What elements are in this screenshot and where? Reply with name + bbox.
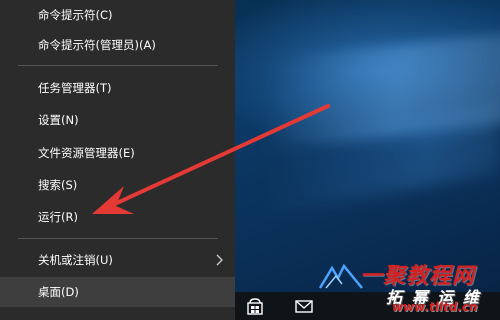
- menu-item-file-explorer[interactable]: 文件资源管理器(E): [0, 138, 235, 168]
- menu-item-shutdown-signout[interactable]: 关机或注销(U): [0, 245, 235, 275]
- watermark-url: www.tlltd.cn: [392, 300, 478, 314]
- menu-divider: [18, 65, 218, 66]
- menu-item-command-prompt-admin[interactable]: 命令提示符(管理员)(A): [0, 30, 235, 60]
- menu-item-run[interactable]: 运行(R): [0, 202, 235, 232]
- watermark-logo: [318, 263, 363, 289]
- menu-item-label: 关机或注销(U): [38, 253, 113, 267]
- menu-item-label: 搜索(S): [38, 178, 78, 192]
- menu-item-label: 任务管理器(T): [38, 81, 112, 95]
- menu-item-command-prompt[interactable]: 命令提示符(C): [0, 0, 235, 30]
- menu-item-desktop[interactable]: 桌面(D): [0, 277, 235, 307]
- menu-item-label: 桌面(D): [38, 285, 79, 299]
- mail-icon[interactable]: [294, 296, 314, 316]
- winx-context-menu: 命令提示符(C) 命令提示符(管理员)(A) 任务管理器(T) 设置(N) 文件…: [0, 0, 235, 320]
- menu-item-label: 命令提示符(管理员)(A): [38, 38, 156, 52]
- store-icon[interactable]: [245, 296, 265, 316]
- menu-item-settings[interactable]: 设置(N): [0, 105, 235, 135]
- menu-item-label: 命令提示符(C): [38, 8, 113, 22]
- menu-item-label: 运行(R): [38, 210, 78, 224]
- menu-divider: [18, 238, 218, 239]
- menu-item-task-manager[interactable]: 任务管理器(T): [0, 73, 235, 103]
- menu-item-label: 文件资源管理器(E): [38, 146, 135, 160]
- menu-item-search[interactable]: 搜索(S): [0, 170, 235, 200]
- menu-item-label: 设置(N): [38, 113, 79, 127]
- chevron-right-icon: [216, 254, 223, 266]
